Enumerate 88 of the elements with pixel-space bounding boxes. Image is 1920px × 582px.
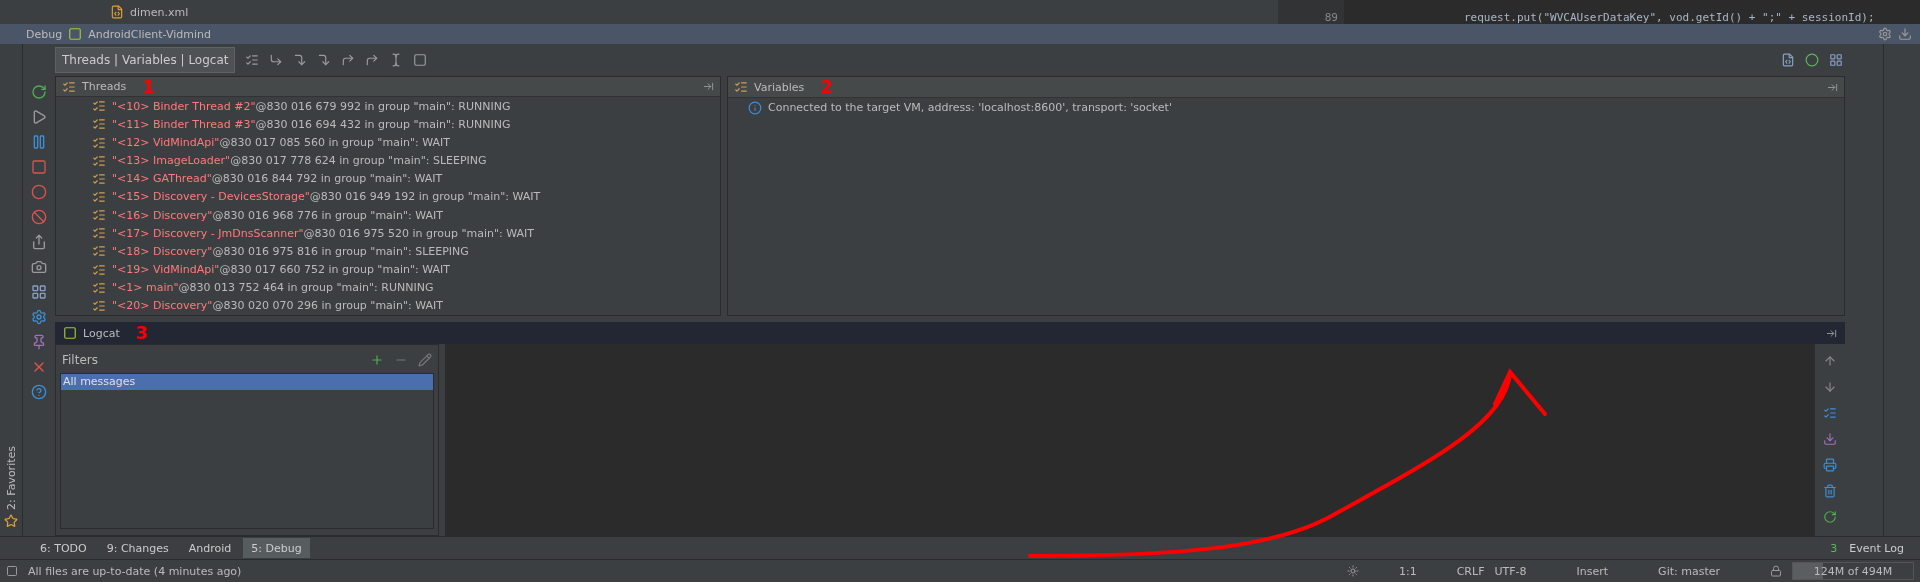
annotation-number: 3 bbox=[135, 324, 149, 342]
thread-detail: @830 017 085 560 in group "main": WAIT bbox=[219, 136, 450, 149]
trash-icon[interactable] bbox=[1823, 484, 1837, 498]
memory-indicator[interactable]: 124M of 494M bbox=[1792, 562, 1914, 580]
step-into-icon[interactable] bbox=[293, 53, 308, 67]
run-configuration: AndroidClient-Vidmind bbox=[88, 27, 211, 41]
edit-icon[interactable] bbox=[418, 353, 432, 367]
export-icon[interactable] bbox=[31, 234, 47, 250]
thread-detail: @830 016 679 992 in group "main": RUNNING bbox=[255, 99, 511, 113]
threads-variables-logcat-tab[interactable]: Threads | Variables | Logcat bbox=[55, 47, 236, 73]
filters-label: Filters bbox=[62, 353, 99, 367]
mute-breakpoints-icon[interactable] bbox=[31, 209, 47, 225]
xml-file-icon bbox=[110, 5, 124, 19]
thread-name[interactable]: "<18> Discovery" bbox=[112, 244, 213, 258]
line-number: 89 bbox=[1324, 12, 1338, 24]
encoding[interactable]: UTF-8 bbox=[1494, 564, 1527, 578]
thread-detail: @830 016 844 792 in group "main": WAIT bbox=[211, 172, 443, 186]
drop-frame-icon[interactable] bbox=[365, 53, 380, 67]
status-message: All files are up-to-date (4 minutes ago) bbox=[28, 564, 242, 578]
logcat-title: Logcat bbox=[83, 326, 120, 340]
step-over-icon[interactable] bbox=[269, 53, 284, 67]
camera-icon[interactable] bbox=[31, 259, 47, 275]
pin-icon[interactable] bbox=[31, 334, 47, 350]
thread-detail: @830 017 778 624 in group "main": SLEEPING bbox=[230, 154, 487, 168]
resume-icon[interactable] bbox=[31, 109, 47, 125]
rerun-icon[interactable] bbox=[31, 84, 47, 100]
thread-detail: @830 016 949 192 in group "main": WAIT bbox=[309, 190, 541, 204]
thread-name[interactable]: "<10> Binder Thread #2" bbox=[112, 99, 256, 113]
event-count: 3 bbox=[1830, 541, 1838, 555]
thread-name[interactable]: "<11> Binder Thread #3" bbox=[112, 117, 256, 131]
help-icon[interactable] bbox=[31, 384, 47, 400]
favorites-tab[interactable]: 2: Favorites bbox=[4, 446, 18, 510]
thread-name[interactable]: "<16> Discovery" bbox=[112, 208, 213, 222]
annotation-number: 1 bbox=[142, 77, 155, 96]
debug-label: Debug bbox=[26, 27, 63, 41]
restart-icon[interactable] bbox=[1823, 510, 1837, 524]
hide-icon[interactable] bbox=[703, 81, 714, 93]
thread-detail: @830 016 975 816 in group "main": SLEEPING bbox=[212, 244, 469, 258]
annotation-number: 2 bbox=[820, 78, 833, 96]
info-icon[interactable] bbox=[748, 100, 762, 115]
thread-detail: @830 016 975 520 in group "main": WAIT bbox=[303, 226, 534, 240]
layout-icon[interactable] bbox=[31, 284, 47, 300]
thread-detail: @830 017 660 752 in group "main": WAIT bbox=[219, 263, 450, 277]
star-icon[interactable] bbox=[4, 514, 18, 528]
variables-title: Variables bbox=[754, 80, 805, 94]
tool-window-tab[interactable]: 6: TODO bbox=[32, 538, 95, 558]
thread-name[interactable]: "<12> VidMindApi" bbox=[112, 136, 220, 149]
scroll-to-end-icon[interactable] bbox=[1823, 432, 1837, 446]
thread-detail: @830 020 070 296 in group "main": WAIT bbox=[212, 299, 443, 313]
settings-icon[interactable] bbox=[1878, 27, 1892, 41]
step-out-icon[interactable] bbox=[341, 53, 356, 67]
settings-icon[interactable] bbox=[31, 309, 47, 325]
line-separator[interactable]: CRLF bbox=[1456, 564, 1485, 578]
thread-name[interactable]: "<17> Discovery - JmDnsScanner" bbox=[112, 226, 304, 240]
git-branch[interactable]: Git: master bbox=[1658, 564, 1720, 578]
thread-name[interactable]: "<15> Discovery - DevicesStorage" bbox=[112, 190, 310, 204]
print-icon[interactable] bbox=[1823, 458, 1837, 472]
force-step-into-icon[interactable] bbox=[317, 53, 332, 67]
filter-item[interactable]: All messages bbox=[61, 374, 433, 390]
insert-mode[interactable]: Insert bbox=[1576, 564, 1609, 578]
tool-window-tab[interactable]: 9: Changes bbox=[98, 538, 177, 558]
thread-name[interactable]: "<1> main" bbox=[112, 281, 179, 295]
thread-detail: @830 013 752 464 in group "main": RUNNING bbox=[178, 281, 434, 295]
thread-detail: @830 016 694 432 in group "main": RUNNING bbox=[255, 117, 511, 131]
stop-icon[interactable] bbox=[31, 159, 47, 175]
add-icon[interactable] bbox=[370, 353, 384, 367]
thread-detail: @830 016 968 776 in group "main": WAIT bbox=[212, 208, 443, 222]
file-name[interactable]: dimen.xml bbox=[130, 5, 189, 19]
code-line: request.put("WVCAUserDataKey", vod.getId() + ";" + sessionId); bbox=[1464, 12, 1876, 24]
thread-name[interactable]: "<13> ImageLoader" bbox=[112, 154, 231, 168]
hide-icon[interactable] bbox=[1826, 327, 1837, 339]
hide-icon[interactable] bbox=[1898, 27, 1912, 41]
connection-message: Connected to the target VM, address: 'localhost:8600', transport: 'socket' bbox=[768, 101, 1172, 114]
lock-icon[interactable] bbox=[1770, 565, 1782, 577]
up-icon[interactable] bbox=[1823, 354, 1837, 368]
tool-window-tab[interactable]: Android bbox=[180, 538, 240, 558]
thread-name[interactable]: "<19> VidMindApi" bbox=[112, 263, 220, 277]
tool-window-tab[interactable]: 5: Debug bbox=[243, 538, 310, 558]
thread-name[interactable]: "<14> GAThread" bbox=[112, 172, 212, 186]
down-icon[interactable] bbox=[1823, 380, 1837, 394]
threads-title: Threads bbox=[82, 80, 127, 94]
window-icon[interactable] bbox=[1829, 53, 1843, 67]
hide-icon[interactable] bbox=[1827, 81, 1838, 93]
checkbox-icon[interactable] bbox=[6, 565, 18, 577]
event-log-tab[interactable]: Event Log bbox=[1841, 538, 1912, 558]
thread-name[interactable]: "<20> Discovery" bbox=[112, 299, 213, 313]
pause-icon[interactable] bbox=[31, 134, 47, 150]
cursor-position[interactable]: 1:1 bbox=[1399, 564, 1417, 578]
